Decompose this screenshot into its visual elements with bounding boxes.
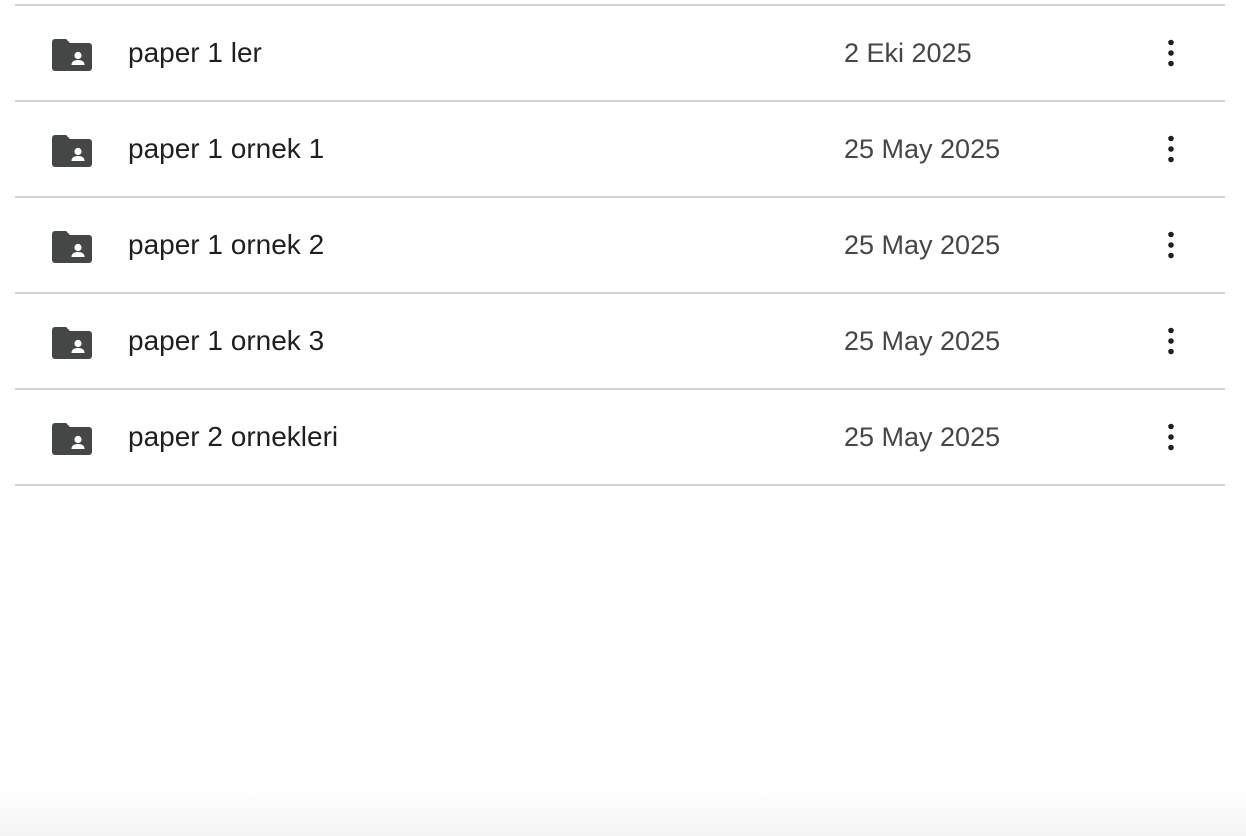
more-vert-icon	[1168, 327, 1174, 355]
file-modified-date: 25 May 2025	[844, 422, 1001, 452]
file-list: paper 1 ler 2 Eki 2025 paper 1 ornek 1 2…	[15, 4, 1225, 486]
bottom-fade	[0, 790, 1246, 836]
file-modified-date: 25 May 2025	[844, 230, 1001, 260]
file-name[interactable]: paper 1 ornek 1	[128, 102, 324, 196]
more-actions-button[interactable]	[1151, 321, 1191, 361]
shared-folder-icon	[52, 39, 92, 71]
file-name[interactable]: paper 1 ornek 3	[128, 294, 324, 388]
file-name[interactable]: paper 1 ornek 2	[128, 198, 324, 292]
file-row[interactable]: paper 2 ornekleri 25 May 2025	[15, 390, 1225, 486]
shared-folder-icon	[52, 423, 92, 455]
shared-folder-icon	[52, 327, 92, 359]
more-actions-button[interactable]	[1151, 129, 1191, 169]
file-modified-date: 2 Eki 2025	[844, 38, 972, 68]
more-actions-button[interactable]	[1151, 33, 1191, 73]
file-row[interactable]: paper 1 ler 2 Eki 2025	[15, 6, 1225, 102]
more-vert-icon	[1168, 39, 1174, 67]
more-vert-icon	[1168, 423, 1174, 451]
file-row[interactable]: paper 1 ornek 1 25 May 2025	[15, 102, 1225, 198]
file-row[interactable]: paper 1 ornek 3 25 May 2025	[15, 294, 1225, 390]
more-actions-button[interactable]	[1151, 417, 1191, 457]
file-row[interactable]: paper 1 ornek 2 25 May 2025	[15, 198, 1225, 294]
file-name[interactable]: paper 1 ler	[128, 6, 262, 100]
more-actions-button[interactable]	[1151, 225, 1191, 265]
file-modified-date: 25 May 2025	[844, 134, 1001, 164]
shared-folder-icon	[52, 231, 92, 263]
more-vert-icon	[1168, 231, 1174, 259]
more-vert-icon	[1168, 135, 1174, 163]
file-name[interactable]: paper 2 ornekleri	[128, 390, 338, 484]
shared-folder-icon	[52, 135, 92, 167]
file-modified-date: 25 May 2025	[844, 326, 1001, 356]
